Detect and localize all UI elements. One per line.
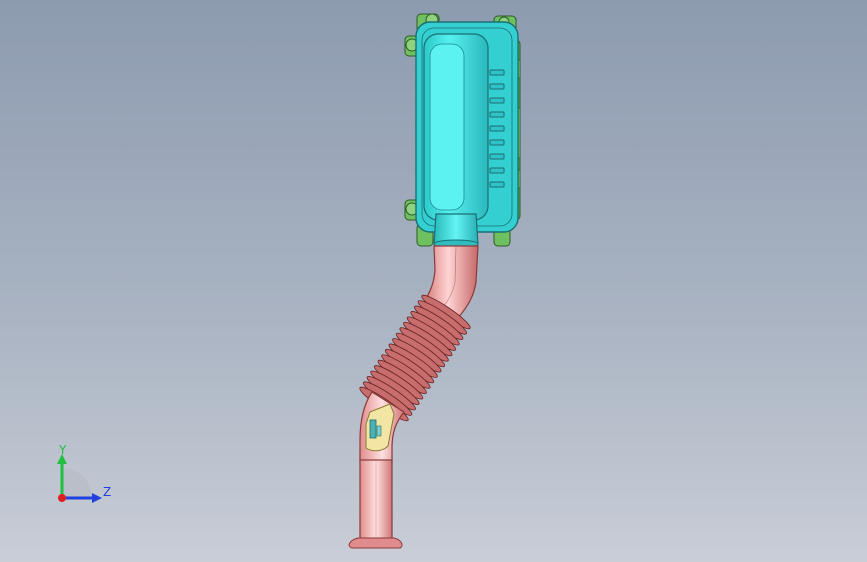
intake-pipe[interactable] (348, 245, 479, 549)
cad-viewport[interactable]: Y Z (0, 0, 867, 562)
z-axis-label: Z (103, 485, 111, 499)
triad-quadrant (62, 468, 92, 498)
cad-model[interactable] (0, 0, 867, 562)
y-axis-label: Y (58, 443, 67, 457)
axis-triad: Y Z (57, 443, 111, 503)
filter-housing[interactable] (404, 13, 521, 249)
pipe-flange (348, 537, 403, 549)
x-axis-point (58, 494, 66, 502)
housing-fins (489, 69, 505, 188)
